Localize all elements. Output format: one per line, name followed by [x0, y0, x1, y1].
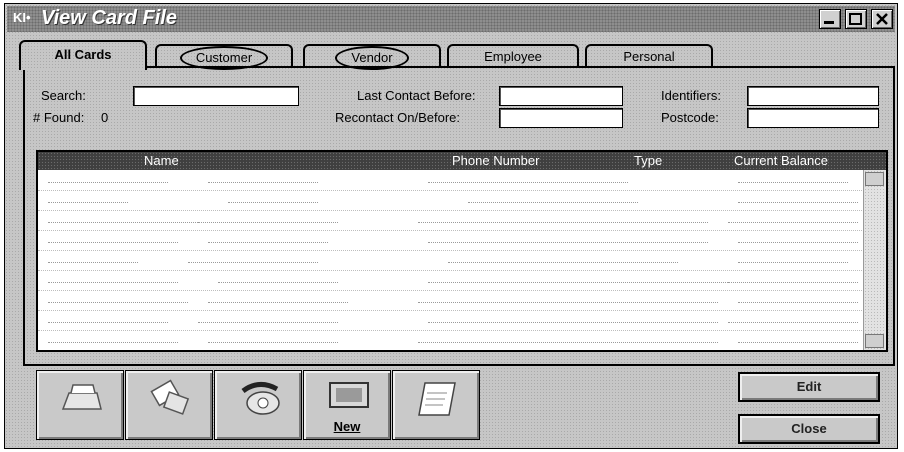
close-button[interactable]: Close	[738, 414, 880, 444]
window-title: View Card File	[41, 7, 177, 29]
column-header-type[interactable]: Type	[634, 153, 662, 168]
tab-label: All Cards	[54, 47, 112, 62]
last-contact-label: Last Contact Before:	[357, 88, 476, 103]
search-input[interactable]	[133, 86, 299, 106]
found-label: # Found:	[33, 110, 85, 125]
new-button[interactable]: New	[303, 370, 391, 440]
maximize-icon	[849, 13, 862, 25]
table-header: Name Phone Number Type Current Balance	[38, 152, 886, 170]
tab-customer[interactable]: Customer	[155, 44, 293, 70]
tab-label: Personal	[623, 49, 675, 64]
letter-button[interactable]	[392, 370, 480, 440]
address-cards-button[interactable]	[125, 370, 213, 440]
card-file-button[interactable]	[36, 370, 124, 440]
tab-label: Employee	[484, 49, 542, 64]
table-row[interactable]	[38, 170, 864, 191]
column-header-name[interactable]: Name	[144, 153, 179, 168]
app-icon: KI•	[13, 10, 31, 25]
vertical-scrollbar[interactable]	[863, 170, 886, 350]
last-contact-field[interactable]	[499, 86, 623, 106]
table-row[interactable]	[38, 230, 864, 251]
identifiers-label: Identifiers:	[661, 88, 721, 103]
cards-table[interactable]: Name Phone Number Type Current Balance	[36, 150, 888, 352]
maximize-button[interactable]	[845, 9, 867, 29]
close-window-button[interactable]	[871, 9, 893, 29]
edit-button[interactable]: Edit	[738, 372, 880, 402]
tab-vendor[interactable]: Vendor	[303, 44, 441, 70]
recontact-field[interactable]	[499, 108, 623, 128]
close-icon	[876, 13, 888, 25]
table-row[interactable]	[38, 210, 864, 231]
column-header-balance[interactable]: Current Balance	[734, 153, 828, 168]
column-header-phone[interactable]: Phone Number	[452, 153, 539, 168]
recontact-label: Recontact On/Before:	[335, 110, 461, 125]
tab-employee[interactable]: Employee	[447, 44, 579, 68]
tab-all-cards[interactable]: All Cards	[19, 40, 147, 70]
title-bar: KI• View Card File	[7, 6, 895, 32]
phone-icon	[241, 382, 280, 415]
table-row[interactable]	[38, 290, 864, 311]
tab-personal[interactable]: Personal	[585, 44, 713, 68]
found-count: 0	[101, 110, 109, 125]
postcode-label: Postcode:	[661, 110, 719, 125]
scroll-down-button[interactable]	[865, 334, 884, 348]
search-label: Search:	[41, 88, 86, 103]
table-row[interactable]	[38, 310, 864, 331]
card-file-icon	[61, 384, 102, 410]
address-cards-icon	[150, 379, 190, 415]
table-row[interactable]	[38, 250, 864, 271]
new-card-icon	[329, 382, 369, 408]
postcode-field[interactable]	[747, 108, 879, 128]
table-row[interactable]	[38, 270, 864, 291]
minimize-button[interactable]	[819, 9, 841, 29]
action-toolbar: New	[36, 370, 481, 440]
minimize-icon	[824, 21, 834, 24]
table-row[interactable]	[38, 330, 864, 350]
identifiers-field[interactable]	[747, 86, 879, 106]
table-row[interactable]	[38, 190, 864, 211]
scroll-up-button[interactable]	[865, 172, 884, 186]
letter-icon	[418, 382, 456, 416]
phone-button[interactable]	[214, 370, 302, 440]
new-button-label: New	[333, 419, 361, 434]
